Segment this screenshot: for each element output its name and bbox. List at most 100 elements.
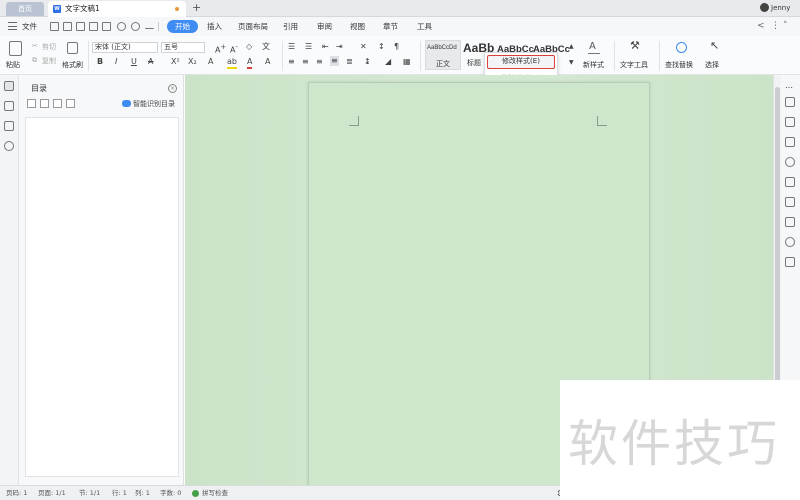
underline-button[interactable]: U [131, 57, 137, 67]
cursor-icon[interactable]: ↖ [710, 40, 719, 51]
subscript-icon[interactable]: X₂ [188, 57, 197, 67]
tab-references[interactable]: 引用 [283, 20, 298, 33]
bullet-list-icon[interactable]: ☰ [288, 42, 295, 52]
pin-icon[interactable] [785, 137, 795, 147]
shading-icon[interactable]: ◢ [385, 57, 391, 67]
tab-chapter[interactable]: 章节 [383, 20, 398, 33]
tab-tools[interactable]: 工具 [417, 20, 432, 33]
italic-button[interactable]: I [115, 57, 117, 67]
find-replace-button[interactable]: 查找替换 [665, 60, 693, 70]
format-painter-button[interactable]: 格式刷 [62, 60, 83, 70]
user-avatar[interactable] [760, 3, 769, 12]
tab-view[interactable]: 视图 [350, 20, 365, 33]
spell-check-icon[interactable] [192, 490, 199, 497]
highlight-icon[interactable]: ab [227, 57, 237, 69]
styles-scroll-up-icon[interactable]: ▲ [569, 42, 574, 52]
increase-indent-icon[interactable]: ⇥ [336, 42, 343, 52]
scrollbar-thumb[interactable] [775, 87, 780, 407]
copy-icon[interactable]: ⧉ [32, 56, 37, 65]
cut-button[interactable]: 剪切 [42, 42, 56, 52]
spell-check-button[interactable]: 拼写检查 [202, 486, 228, 500]
text-tools-button[interactable]: 文字工具 [620, 60, 648, 70]
document-tab[interactable]: W 文字文稿1 [48, 1, 186, 17]
decrease-font-icon[interactable]: A- [230, 42, 238, 56]
modify-style-menu-item[interactable]: 修改样式(E) [487, 55, 555, 69]
tab-review[interactable]: 审阅 [317, 20, 332, 33]
styles-expand-icon[interactable]: ▼ [569, 58, 574, 68]
status-page-number[interactable]: 页码: 1 [6, 486, 27, 500]
customize-toolbar-icon[interactable] [145, 24, 154, 29]
text-effect-icon[interactable]: A [208, 57, 213, 67]
font-color-icon[interactable]: A [247, 57, 253, 69]
chinese-layout-icon[interactable]: ✕ [360, 42, 367, 52]
more-tools-icon[interactable]: ⋯ [785, 83, 795, 93]
hamburger-menu-icon[interactable] [8, 22, 17, 30]
close-icon[interactable]: × [168, 84, 177, 93]
open-folder-icon[interactable] [50, 22, 59, 31]
expand-all-icon[interactable] [40, 99, 49, 108]
print-preview-icon[interactable] [76, 22, 85, 31]
sort-icon[interactable]: ↕ [378, 42, 385, 52]
remove-toc-item-icon[interactable] [66, 99, 75, 108]
redo-icon[interactable] [131, 22, 140, 31]
status-word-count[interactable]: 字数: 0 [160, 486, 181, 500]
superscript-icon[interactable]: X² [171, 57, 180, 67]
image-icon[interactable] [785, 257, 795, 267]
show-marks-icon[interactable]: ¶ [394, 42, 399, 52]
bookmark-icon[interactable] [4, 121, 14, 131]
smart-toc-button[interactable]: 智能识别目录 [133, 99, 175, 109]
paste-icon[interactable] [9, 41, 22, 56]
align-center-icon[interactable]: ≡ [302, 57, 309, 67]
add-toc-item-icon[interactable] [53, 99, 62, 108]
decrease-indent-icon[interactable]: ⇤ [322, 42, 329, 52]
edit-pen-icon[interactable] [785, 97, 795, 107]
chapter-nav-icon[interactable] [4, 101, 14, 111]
settings-sliders-icon[interactable] [785, 217, 795, 227]
export-pdf-icon[interactable] [102, 22, 111, 31]
publish-icon[interactable] [785, 157, 795, 167]
justify-icon[interactable]: ≡ [330, 56, 339, 66]
font-family-select[interactable]: 宋体 (正文) [92, 42, 158, 53]
borders-icon[interactable]: ▦ [403, 57, 411, 67]
select-button[interactable]: 选择 [705, 60, 719, 70]
new-tab-button[interactable]: + [192, 1, 201, 15]
more-options-icon[interactable]: ⋮ [771, 21, 781, 31]
bold-button[interactable]: B [97, 57, 103, 67]
new-style-icon[interactable]: A [588, 41, 600, 54]
user-name[interactable]: Jenny [771, 0, 790, 16]
toc-list[interactable] [25, 117, 179, 477]
lock-icon[interactable] [785, 197, 795, 207]
search-icon[interactable] [676, 42, 687, 53]
tab-home-start[interactable]: 开始 [167, 20, 198, 33]
phonetic-guide-icon[interactable]: 文 [262, 42, 270, 52]
increase-font-icon[interactable]: A+ [215, 42, 226, 56]
font-size-select[interactable]: 五号 [161, 42, 205, 53]
clear-format-icon[interactable]: ◇ [246, 42, 252, 52]
strikethrough-icon[interactable]: A [148, 57, 153, 67]
share-icon[interactable]: < [757, 21, 767, 31]
undo-icon[interactable] [117, 22, 126, 31]
style-normal[interactable]: AaBbCcDd 正文 [425, 40, 461, 70]
format-painter-icon[interactable] [67, 42, 78, 54]
copy-button[interactable]: 复制 [42, 56, 56, 66]
text-tools-icon[interactable]: ⚒ [630, 40, 640, 51]
toc-nav-icon[interactable] [4, 81, 14, 91]
align-left-icon[interactable]: ≡ [288, 57, 295, 67]
line-spacing-icon[interactable]: ↨ [364, 57, 371, 67]
collapse-ribbon-icon[interactable]: ˄ [783, 21, 793, 31]
file-menu[interactable]: 文件 [22, 17, 37, 36]
align-right-icon[interactable]: ≡ [316, 57, 323, 67]
home-tab[interactable]: 首页 [6, 2, 44, 16]
print-icon[interactable] [89, 22, 98, 31]
paste-button[interactable]: 粘贴 [6, 60, 20, 70]
collapse-all-icon[interactable] [27, 99, 36, 108]
distributed-align-icon[interactable]: ≣ [346, 57, 353, 67]
scissors-icon[interactable]: ✂ [32, 42, 38, 50]
history-icon[interactable] [785, 237, 795, 247]
status-page-count[interactable]: 页面: 1/1 [38, 486, 66, 500]
shapes-icon[interactable] [785, 117, 795, 127]
save-icon[interactable] [63, 22, 72, 31]
tab-page-layout[interactable]: 页面布局 [238, 20, 268, 33]
new-style-button[interactable]: 新样式 [583, 60, 604, 70]
select-cursor-icon[interactable] [785, 177, 795, 187]
